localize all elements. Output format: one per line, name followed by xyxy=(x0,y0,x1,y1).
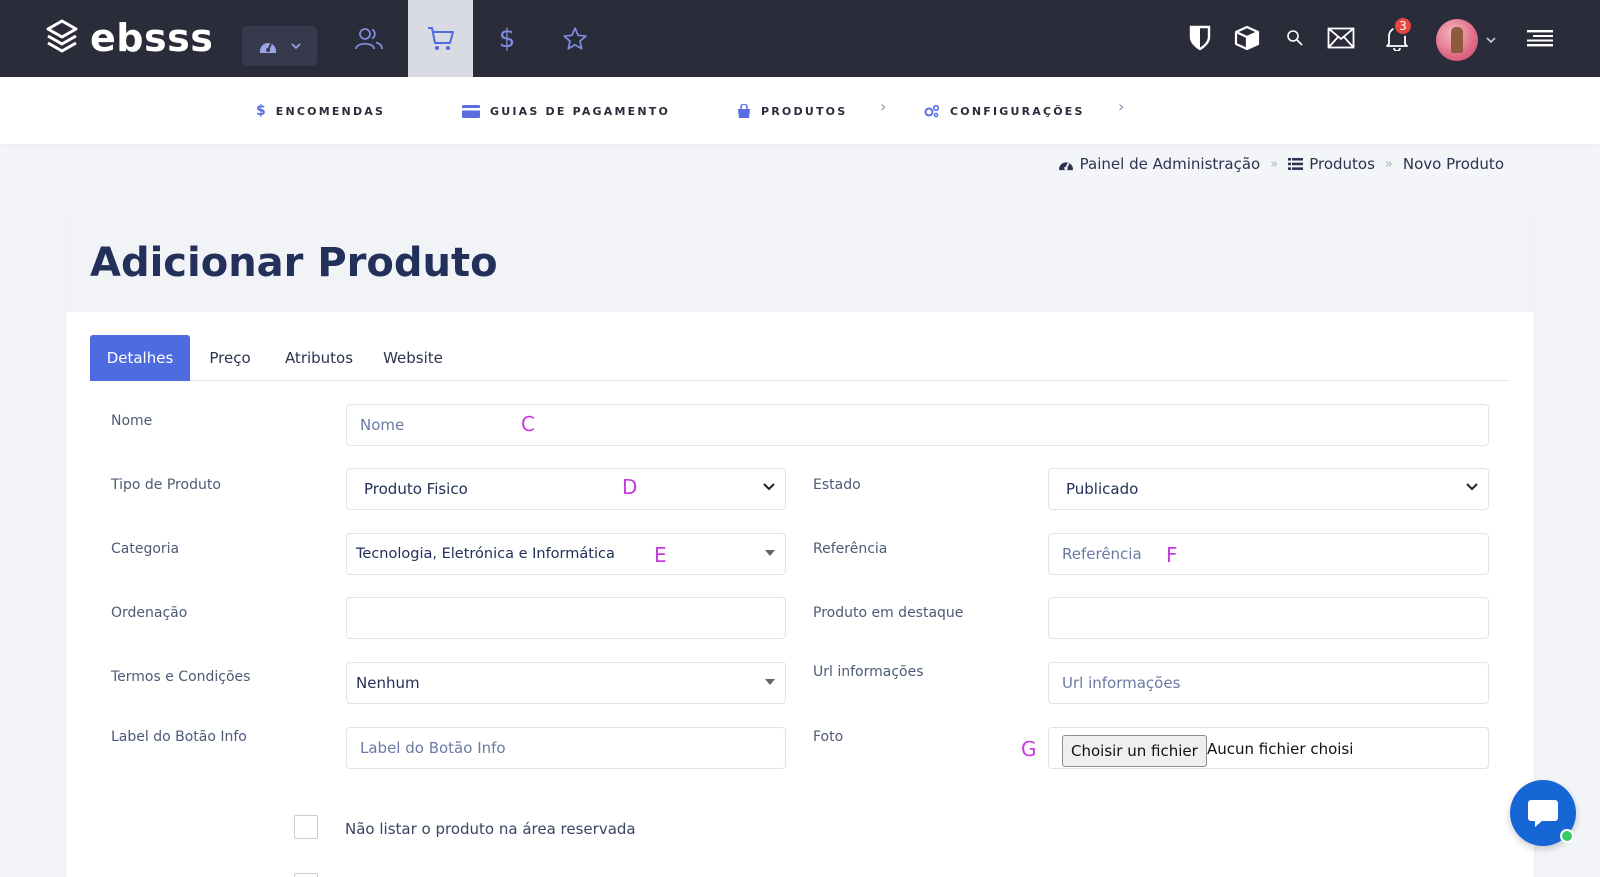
annotation-marker: E xyxy=(654,543,667,567)
tipo-label: Tipo de Produto xyxy=(111,477,221,493)
search-icon xyxy=(1287,30,1303,46)
subnav-item-guias-de-pagamento[interactable]: GUIAS DE PAGAMENTO xyxy=(462,101,670,121)
dollar-icon: $ xyxy=(256,103,266,119)
chevron-down-icon[interactable] xyxy=(1486,36,1496,44)
nome-label: Nome xyxy=(111,413,153,429)
nome-input[interactable]: Nome xyxy=(346,404,1489,446)
categoria-label: Categoria xyxy=(111,541,180,557)
menu-button[interactable] xyxy=(1522,20,1558,56)
modules-button[interactable] xyxy=(1229,20,1265,56)
app-name: ebsss xyxy=(90,16,214,60)
chevron-down-icon xyxy=(1466,483,1478,491)
top-navbar: ebsss $ 3 xyxy=(0,0,1600,77)
foto-file-input: Choisir un fichier Aucun fichier choisi xyxy=(1048,727,1489,769)
online-status-dot xyxy=(1560,829,1574,843)
annotation-marker: C xyxy=(521,412,535,436)
ordenacao-label: Ordenação xyxy=(111,605,188,621)
subnav-item-encomendas[interactable]: $ ENCOMENDAS xyxy=(256,101,385,121)
tab-detalhes[interactable]: Detalhes xyxy=(90,335,190,381)
dollar-icon: $ xyxy=(498,23,516,54)
subnav-item-label: CONFIGURAÇÕES xyxy=(950,104,1085,118)
caret-down-icon xyxy=(765,679,775,685)
caret-down-icon xyxy=(765,550,775,556)
users-icon xyxy=(355,27,383,49)
hamburger-menu-icon xyxy=(1527,30,1553,47)
annotation-marker: F xyxy=(1166,543,1178,567)
tab-website[interactable]: Website xyxy=(368,335,458,381)
termos-label: Termos e Condições xyxy=(111,669,251,685)
favorites-nav-button[interactable] xyxy=(542,0,608,77)
breadcrumb-separator: » xyxy=(1384,156,1393,172)
card-header: Adicionar Produto xyxy=(66,216,1534,312)
cogs-icon xyxy=(924,104,940,118)
finance-nav-button[interactable]: $ xyxy=(474,0,540,77)
sub-navigation: $ ENCOMENDAS GUIAS DE PAGAMENTO PRODUTOS… xyxy=(0,77,1600,144)
chevron-right-icon: › xyxy=(1118,97,1125,116)
dashboard-dropdown[interactable] xyxy=(242,26,317,66)
security-button[interactable] xyxy=(1182,20,1218,56)
botao-input[interactable]: Label do Botão Info xyxy=(346,727,786,769)
foto-label: Foto xyxy=(813,729,844,745)
tab-atributos[interactable]: Atributos xyxy=(272,335,366,381)
tab-preco[interactable]: Preço xyxy=(190,335,270,381)
messages-button[interactable] xyxy=(1323,20,1359,56)
credit-card-icon xyxy=(462,104,480,118)
breadcrumb-item-painel[interactable]: Painel de Administração xyxy=(1058,155,1260,173)
cart-icon xyxy=(427,26,454,50)
destaque-input[interactable] xyxy=(1048,597,1489,639)
categoria-select[interactable]: Tecnologia, Eletrónica e Informática xyxy=(346,533,786,575)
shopping-bag-icon xyxy=(738,104,750,118)
subnav-item-label: ENCOMENDAS xyxy=(275,104,386,118)
users-nav-button[interactable] xyxy=(336,0,402,77)
breadcrumb-item-current: Novo Produto xyxy=(1402,155,1504,173)
logo-icon xyxy=(46,19,78,53)
url-label: Url informações xyxy=(813,664,924,680)
chevron-down-icon xyxy=(763,483,775,491)
file-status: Aucun fichier choisi xyxy=(1207,740,1354,758)
botao-label: Label do Botão Info xyxy=(111,729,247,745)
ordenacao-input[interactable] xyxy=(346,597,786,639)
second-checkbox[interactable] xyxy=(294,873,318,877)
star-icon xyxy=(563,26,587,50)
shield-icon xyxy=(1189,25,1211,51)
logo[interactable]: ebsss xyxy=(46,18,213,58)
subnav-item-label: GUIAS DE PAGAMENTO xyxy=(490,104,671,118)
url-input[interactable]: Url informações xyxy=(1048,662,1489,704)
destaque-label: Produto em destaque xyxy=(813,605,964,621)
avatar[interactable] xyxy=(1436,19,1478,61)
mail-icon xyxy=(1327,27,1355,49)
choose-file-button[interactable]: Choisir un fichier xyxy=(1062,735,1207,767)
annotation-marker: G xyxy=(1021,737,1037,761)
search-button[interactable] xyxy=(1277,20,1313,56)
page-title: Adicionar Produto xyxy=(90,240,498,286)
subnav-item-configuracoes[interactable]: CONFIGURAÇÕES xyxy=(924,101,1085,121)
nao-listar-label: Não listar o produto na área reservada xyxy=(345,820,636,838)
breadcrumb: Painel de Administração » Produtos » Nov… xyxy=(1058,155,1504,173)
breadcrumb-separator: » xyxy=(1270,156,1279,172)
cube-icon xyxy=(1234,25,1260,51)
list-icon xyxy=(1288,158,1304,170)
breadcrumb-item-produtos[interactable]: Produtos xyxy=(1288,155,1375,173)
shop-nav-button[interactable] xyxy=(408,0,473,77)
dashboard-icon xyxy=(259,43,276,53)
notification-badge: 3 xyxy=(1393,16,1413,36)
annotation-marker: D xyxy=(622,475,638,499)
termos-select[interactable]: Nenhum xyxy=(346,662,786,704)
chat-icon xyxy=(1528,800,1558,827)
tipo-select[interactable]: Produto Fisico xyxy=(346,468,786,510)
chevron-right-icon: › xyxy=(880,97,887,116)
subnav-item-label: PRODUTOS xyxy=(761,104,848,118)
referencia-input[interactable]: Referência xyxy=(1048,533,1489,575)
nao-listar-checkbox[interactable] xyxy=(294,815,318,839)
product-form-card: Adicionar Produto Detalhes Preço Atribut… xyxy=(66,216,1534,877)
referencia-label: Referência xyxy=(813,541,888,557)
tab-bar: Detalhes Preço Atributos Website xyxy=(90,335,1510,381)
estado-select[interactable]: Publicado xyxy=(1048,468,1489,510)
estado-label: Estado xyxy=(813,477,861,493)
subnav-item-produtos[interactable]: PRODUTOS xyxy=(737,101,847,121)
dashboard-icon xyxy=(1058,161,1073,170)
chevron-down-icon xyxy=(290,43,301,50)
